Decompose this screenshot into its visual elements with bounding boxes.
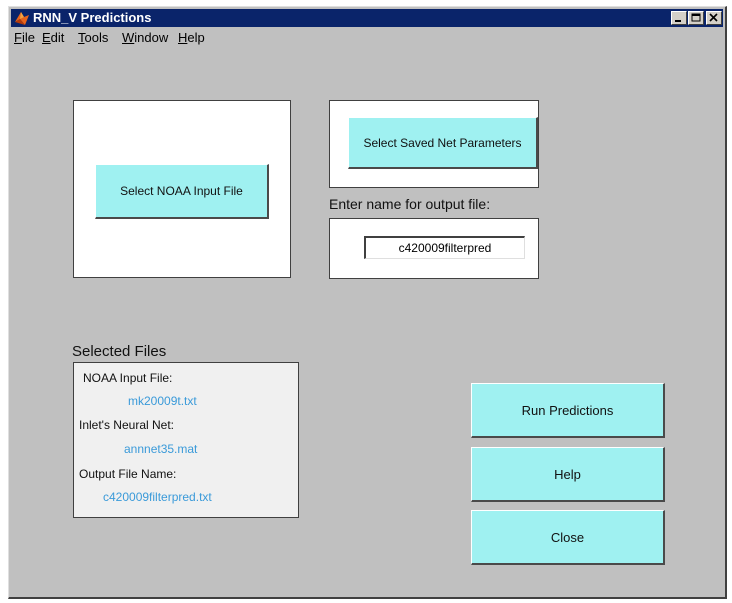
select-noaa-input-button[interactable]: Select NOAA Input File (95, 164, 269, 219)
title-bar[interactable]: RNN_V Predictions (11, 9, 723, 27)
selected-files-heading: Selected Files (72, 343, 167, 360)
menu-window[interactable]: Window (122, 30, 168, 45)
run-predictions-button[interactable]: Run Predictions (471, 383, 665, 438)
maximize-icon (691, 13, 701, 22)
output-name-label: Output File Name: (79, 467, 177, 481)
menu-edit[interactable]: Edit (42, 30, 64, 45)
matlab-logo-icon[interactable] (14, 10, 30, 26)
menu-help[interactable]: Help (178, 30, 205, 45)
main-window: RNN_V Predictions File Edit Tools Window… (8, 6, 727, 599)
neural-net-value: annnet35.mat (124, 442, 198, 456)
close-window-button[interactable] (706, 11, 722, 25)
noaa-input-label: NOAA Input File: (83, 371, 173, 385)
help-button[interactable]: Help (471, 447, 665, 502)
minimize-button[interactable] (671, 11, 687, 25)
noaa-input-value: mk20009t.txt (128, 394, 197, 408)
menu-tools[interactable]: Tools (78, 30, 108, 45)
minimize-icon (675, 20, 681, 22)
select-saved-net-button[interactable]: Select Saved Net Parameters (348, 117, 538, 169)
maximize-button[interactable] (688, 11, 704, 25)
menu-bar: File Edit Tools Window Help (11, 28, 723, 48)
close-icon (709, 13, 718, 22)
output-file-prompt: Enter name for output file: (329, 196, 491, 212)
neural-net-label: Inlet's Neural Net: (79, 418, 174, 432)
menu-file[interactable]: File (14, 30, 35, 45)
output-name-value: c420009filterpred.txt (103, 490, 212, 504)
window-title: RNN_V Predictions (33, 10, 152, 25)
output-file-input[interactable] (364, 236, 525, 259)
close-button[interactable]: Close (471, 510, 665, 565)
